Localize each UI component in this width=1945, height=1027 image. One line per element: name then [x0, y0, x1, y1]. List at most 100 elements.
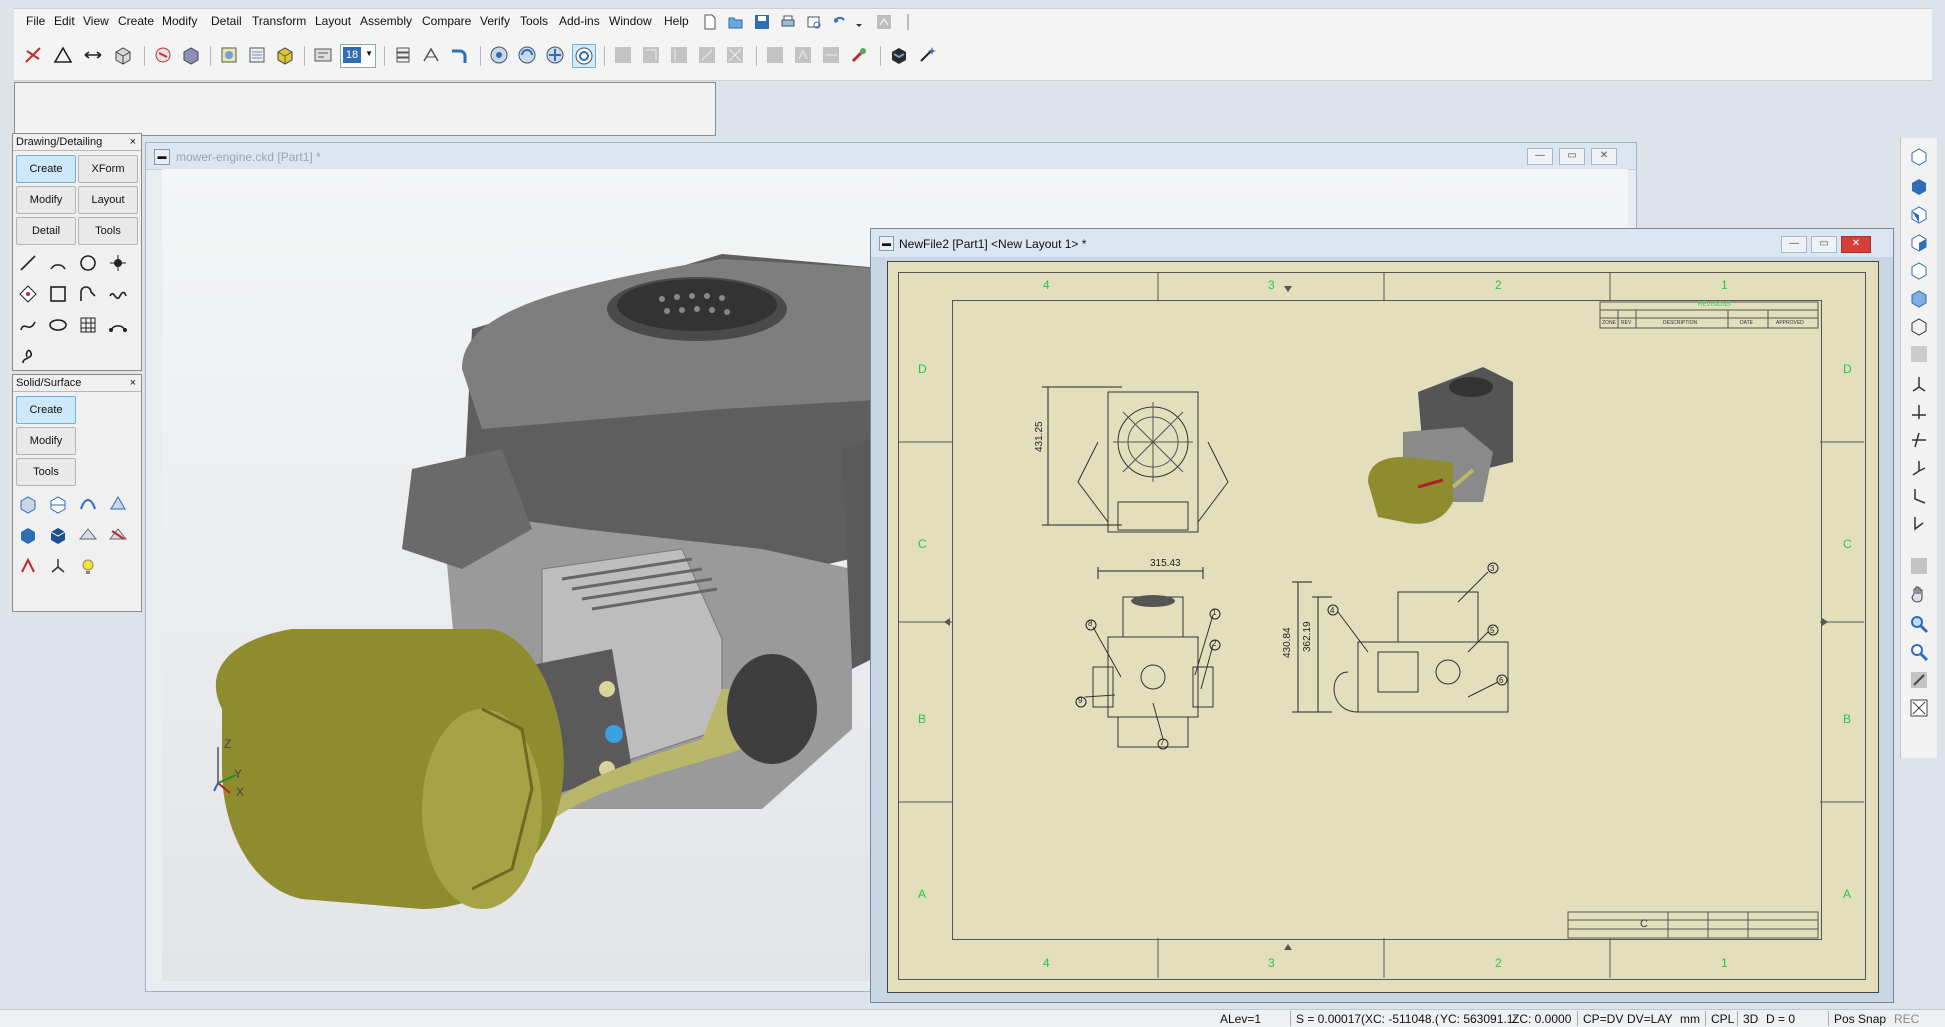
menu-verify[interactable]: Verify: [480, 14, 510, 28]
menu-tools[interactable]: Tools: [520, 14, 548, 28]
status-depth[interactable]: D = 0: [1766, 1012, 1795, 1026]
layer-list-icon[interactable]: [246, 44, 268, 66]
open-folder-icon[interactable]: [728, 14, 744, 30]
plane-4-icon[interactable]: [1909, 486, 1929, 506]
view-left-icon[interactable]: [1909, 316, 1929, 336]
plane-xy-icon[interactable]: [1909, 374, 1929, 394]
menu-window[interactable]: Window: [609, 14, 652, 28]
menu-detail[interactable]: Detail: [211, 14, 242, 28]
layer-icon[interactable]: [312, 44, 334, 66]
view-zoom-icon[interactable]: [572, 44, 596, 68]
paint-tools-icon[interactable]: [848, 44, 870, 66]
view-top-icon[interactable]: [1909, 176, 1929, 196]
layer-colors-icon[interactable]: [274, 44, 296, 66]
solid-shell-icon[interactable]: [45, 522, 71, 548]
menu-modify[interactable]: Modify: [162, 14, 197, 28]
chevron-down-icon[interactable]: ▼: [365, 49, 373, 58]
layer-number-field[interactable]: 18 ▼: [340, 44, 376, 68]
close-icon[interactable]: ×: [130, 134, 136, 150]
extrude-icon[interactable]: [15, 491, 41, 517]
zoom-window-icon[interactable]: [1909, 670, 1929, 690]
draft-angle-icon[interactable]: [15, 553, 41, 579]
sweep-icon[interactable]: [75, 491, 101, 517]
drawing-detail-button[interactable]: Detail: [16, 217, 76, 245]
drawing-create-button[interactable]: Create: [16, 155, 76, 183]
solid-box-icon[interactable]: [15, 522, 41, 548]
curve-points-icon[interactable]: [15, 312, 41, 338]
ellipse-tool-icon[interactable]: [45, 312, 71, 338]
menu-layout[interactable]: Layout: [315, 14, 351, 28]
list-stack-icon[interactable]: [392, 44, 414, 66]
point-tool-icon[interactable]: [105, 250, 131, 276]
undo-dropdown-icon[interactable]: [854, 14, 864, 30]
menu-create[interactable]: Create: [118, 14, 154, 28]
redraw-icon[interactable]: [1909, 556, 1929, 576]
view-iso-icon[interactable]: [1909, 146, 1929, 166]
light-icon[interactable]: [75, 553, 101, 579]
window-menu-icon[interactable]: ▬: [154, 149, 170, 165]
box-measure-icon[interactable]: [112, 44, 134, 66]
freehand-tool-icon[interactable]: [15, 343, 41, 369]
status-record[interactable]: REC: [1894, 1012, 1919, 1026]
status-cpl[interactable]: CPL: [1711, 1012, 1734, 1026]
close-button[interactable]: ✕: [1841, 236, 1871, 253]
wire-move-icon[interactable]: [420, 44, 442, 66]
view-bottom-icon[interactable]: [1909, 288, 1929, 308]
disabled-a-icon[interactable]: [764, 44, 786, 66]
view-pan-icon[interactable]: [544, 44, 566, 66]
minimize-button[interactable]: —: [1781, 236, 1807, 253]
close-icon[interactable]: ×: [130, 375, 136, 391]
distance-arrow-icon[interactable]: [82, 44, 104, 66]
command-prompt-area[interactable]: [14, 82, 716, 136]
plane-3-icon[interactable]: [1909, 458, 1929, 478]
polyline-tool-icon[interactable]: [75, 281, 101, 307]
arc-3pt-icon[interactable]: [105, 312, 131, 338]
pan-hand-icon[interactable]: [1909, 584, 1929, 604]
render-cube-icon[interactable]: [888, 44, 910, 66]
status-units[interactable]: mm: [1680, 1012, 1700, 1026]
zoom-out-icon[interactable]: [1909, 642, 1929, 662]
solid-modify-button[interactable]: Modify: [16, 427, 76, 455]
disabled-sheet-icon[interactable]: [640, 44, 662, 66]
magic-wand-icon[interactable]: [916, 44, 938, 66]
close-button[interactable]: ✕: [1591, 148, 1617, 165]
status-display-view[interactable]: DV=LAY: [1627, 1012, 1672, 1026]
menu-assembly[interactable]: Assembly: [360, 14, 412, 28]
revolve-icon[interactable]: [45, 491, 71, 517]
arc-tool-icon[interactable]: [45, 250, 71, 276]
disabled-b-icon[interactable]: [792, 44, 814, 66]
disabled-insert-icon[interactable]: [668, 44, 690, 66]
maximize-button[interactable]: ▭: [1811, 236, 1837, 253]
rectangle-tool-icon[interactable]: [45, 281, 71, 307]
status-position-snap[interactable]: Pos Snap: [1834, 1012, 1886, 1026]
drawing-sheet[interactable]: 4 3 2 1 4 3 2 1 D C B A D C B A REVISION…: [887, 261, 1879, 993]
axes-icon[interactable]: [45, 553, 71, 579]
disabled-rotate-icon[interactable]: [696, 44, 718, 66]
drawing-layout-button[interactable]: Layout: [78, 186, 138, 214]
drawing-modify-button[interactable]: Modify: [16, 186, 76, 214]
loft-icon[interactable]: [105, 491, 131, 517]
render-red-icon[interactable]: [152, 44, 174, 66]
zoom-in-icon[interactable]: [1909, 614, 1929, 634]
triangle-icon[interactable]: [52, 44, 74, 66]
status-3d-mode[interactable]: 3D: [1743, 1012, 1758, 1026]
line-tool-icon[interactable]: [15, 250, 41, 276]
view-rotate-icon[interactable]: [516, 44, 538, 66]
disabled-c-icon[interactable]: [820, 44, 842, 66]
surface-patch-icon[interactable]: [75, 522, 101, 548]
hatch-tool-icon[interactable]: [75, 312, 101, 338]
polygon-tool-icon[interactable]: [15, 281, 41, 307]
zoom-all-icon[interactable]: [1909, 698, 1929, 718]
menu-edit[interactable]: Edit: [54, 14, 75, 28]
save-icon[interactable]: [754, 14, 770, 30]
undo-icon[interactable]: [832, 14, 848, 30]
window-menu-icon[interactable]: ▬: [879, 236, 894, 251]
menu-view[interactable]: View: [83, 14, 109, 28]
minimize-button[interactable]: —: [1527, 148, 1553, 165]
new-file-icon[interactable]: [702, 14, 718, 30]
view-gear-icon[interactable]: [488, 44, 510, 66]
solid-tools-button[interactable]: Tools: [16, 458, 76, 486]
point-snap-icon[interactable]: [22, 44, 44, 66]
layer-manager-icon[interactable]: [218, 44, 240, 66]
menu-help[interactable]: Help: [664, 14, 689, 28]
